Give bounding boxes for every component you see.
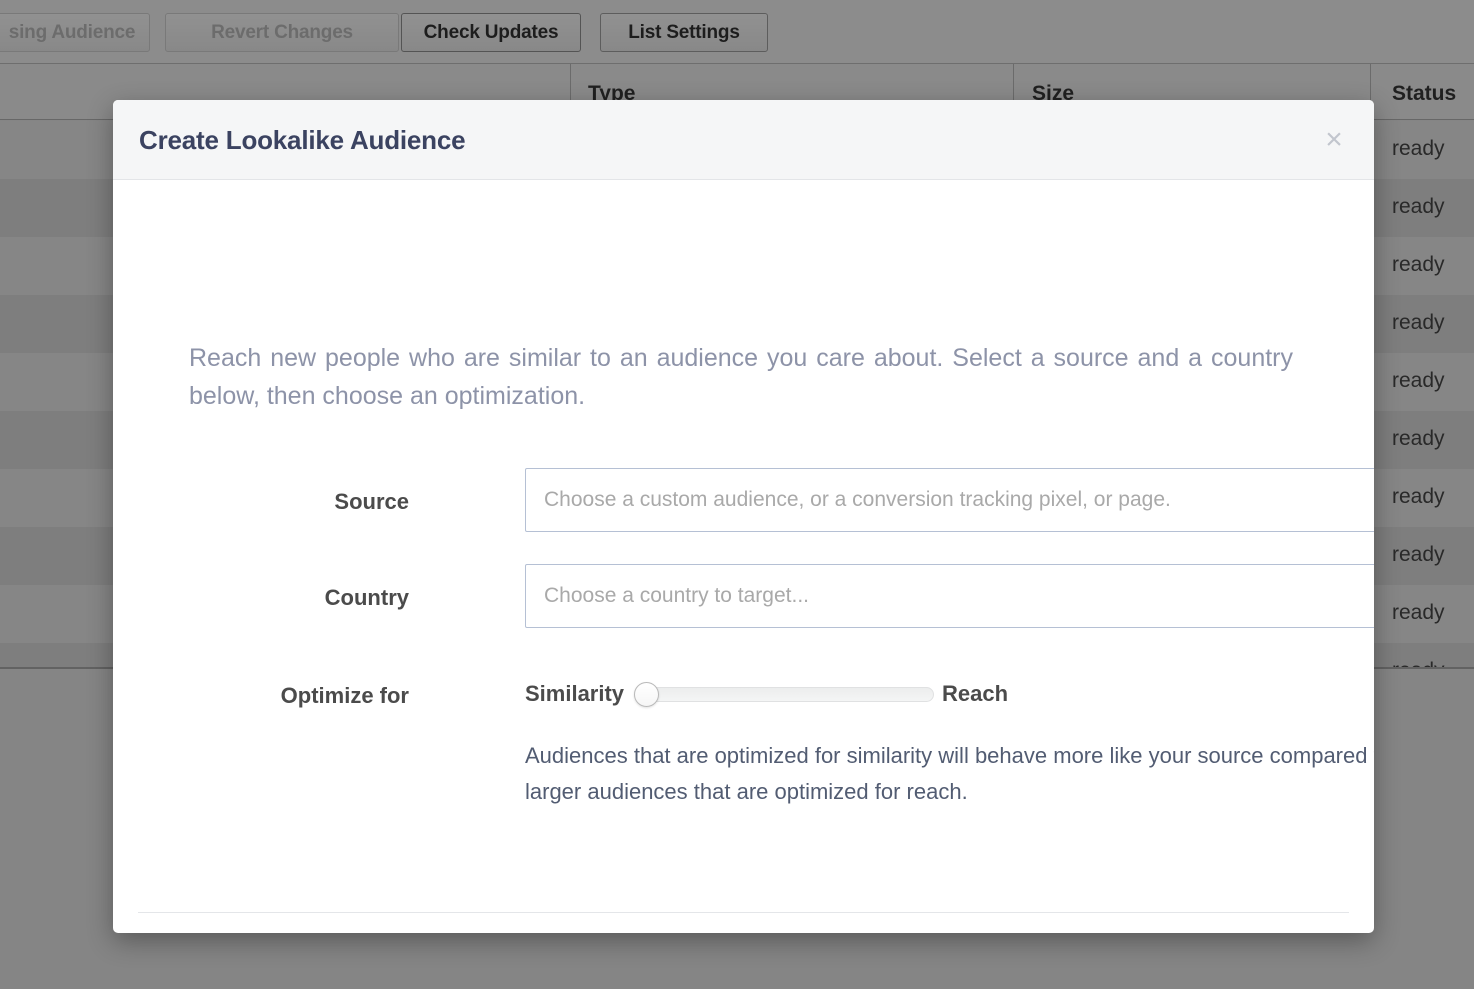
status-cell: ready	[1392, 601, 1445, 624]
status-cell: ready	[1392, 311, 1445, 334]
modal-body: Reach new people who are similar to an a…	[113, 180, 1374, 913]
toolbar-button-label: List Settings	[628, 21, 740, 43]
modal-header: Create Lookalike Audience ×	[113, 100, 1374, 180]
status-cell: ready	[1392, 253, 1445, 276]
slider-min-label: Similarity	[525, 681, 625, 706]
status-cell: ready	[1392, 543, 1445, 566]
modal-footer: Cancel Create Audience	[113, 913, 1374, 933]
close-icon[interactable]: ×	[1318, 124, 1350, 156]
toolbar-button-label: Check Updates	[423, 21, 559, 43]
toolbar-button-label: sing Audience	[8, 21, 136, 43]
optimize-slider-row: Similarity Reach	[525, 674, 1008, 714]
toolbar-button-existing-audience[interactable]: sing Audience	[0, 13, 150, 52]
source-label: Source	[334, 489, 409, 514]
status-cell: ready	[1392, 195, 1445, 218]
toolbar-button-revert-changes[interactable]: Revert Changes	[165, 13, 399, 52]
status-cell: ready	[1392, 659, 1445, 667]
country-input[interactable]	[525, 564, 1374, 628]
slider-track[interactable]	[644, 686, 935, 702]
status-cell: ready	[1392, 369, 1445, 392]
optimize-for-label: Optimize for	[280, 683, 409, 708]
column-header-status[interactable]: Status	[1392, 82, 1456, 106]
status-cell: ready	[1392, 427, 1445, 450]
toolbar-button-list-settings[interactable]: List Settings	[600, 13, 768, 52]
slider-handle[interactable]	[634, 681, 660, 707]
app-toolbar: sing Audience Revert Changes Check Updat…	[0, 0, 1474, 64]
status-cell: ready	[1392, 485, 1445, 508]
create-lookalike-audience-modal: Create Lookalike Audience × Reach new pe…	[113, 100, 1374, 933]
optimize-help-text: Audiences that are optimized for similar…	[525, 743, 1374, 804]
optimize-slider[interactable]	[634, 679, 935, 709]
status-cell: ready	[1392, 137, 1445, 160]
country-label: Country	[324, 585, 409, 610]
slider-max-label: Reach	[942, 681, 1009, 706]
screen-root: sing Audience Revert Changes Check Updat…	[0, 0, 1474, 989]
modal-description: Reach new people who are similar to an a…	[189, 344, 1293, 410]
modal-title: Create Lookalike Audience	[139, 125, 466, 155]
source-input[interactable]	[525, 468, 1374, 532]
toolbar-button-label: Revert Changes	[211, 21, 353, 43]
toolbar-button-check-updates[interactable]: Check Updates	[401, 13, 581, 52]
